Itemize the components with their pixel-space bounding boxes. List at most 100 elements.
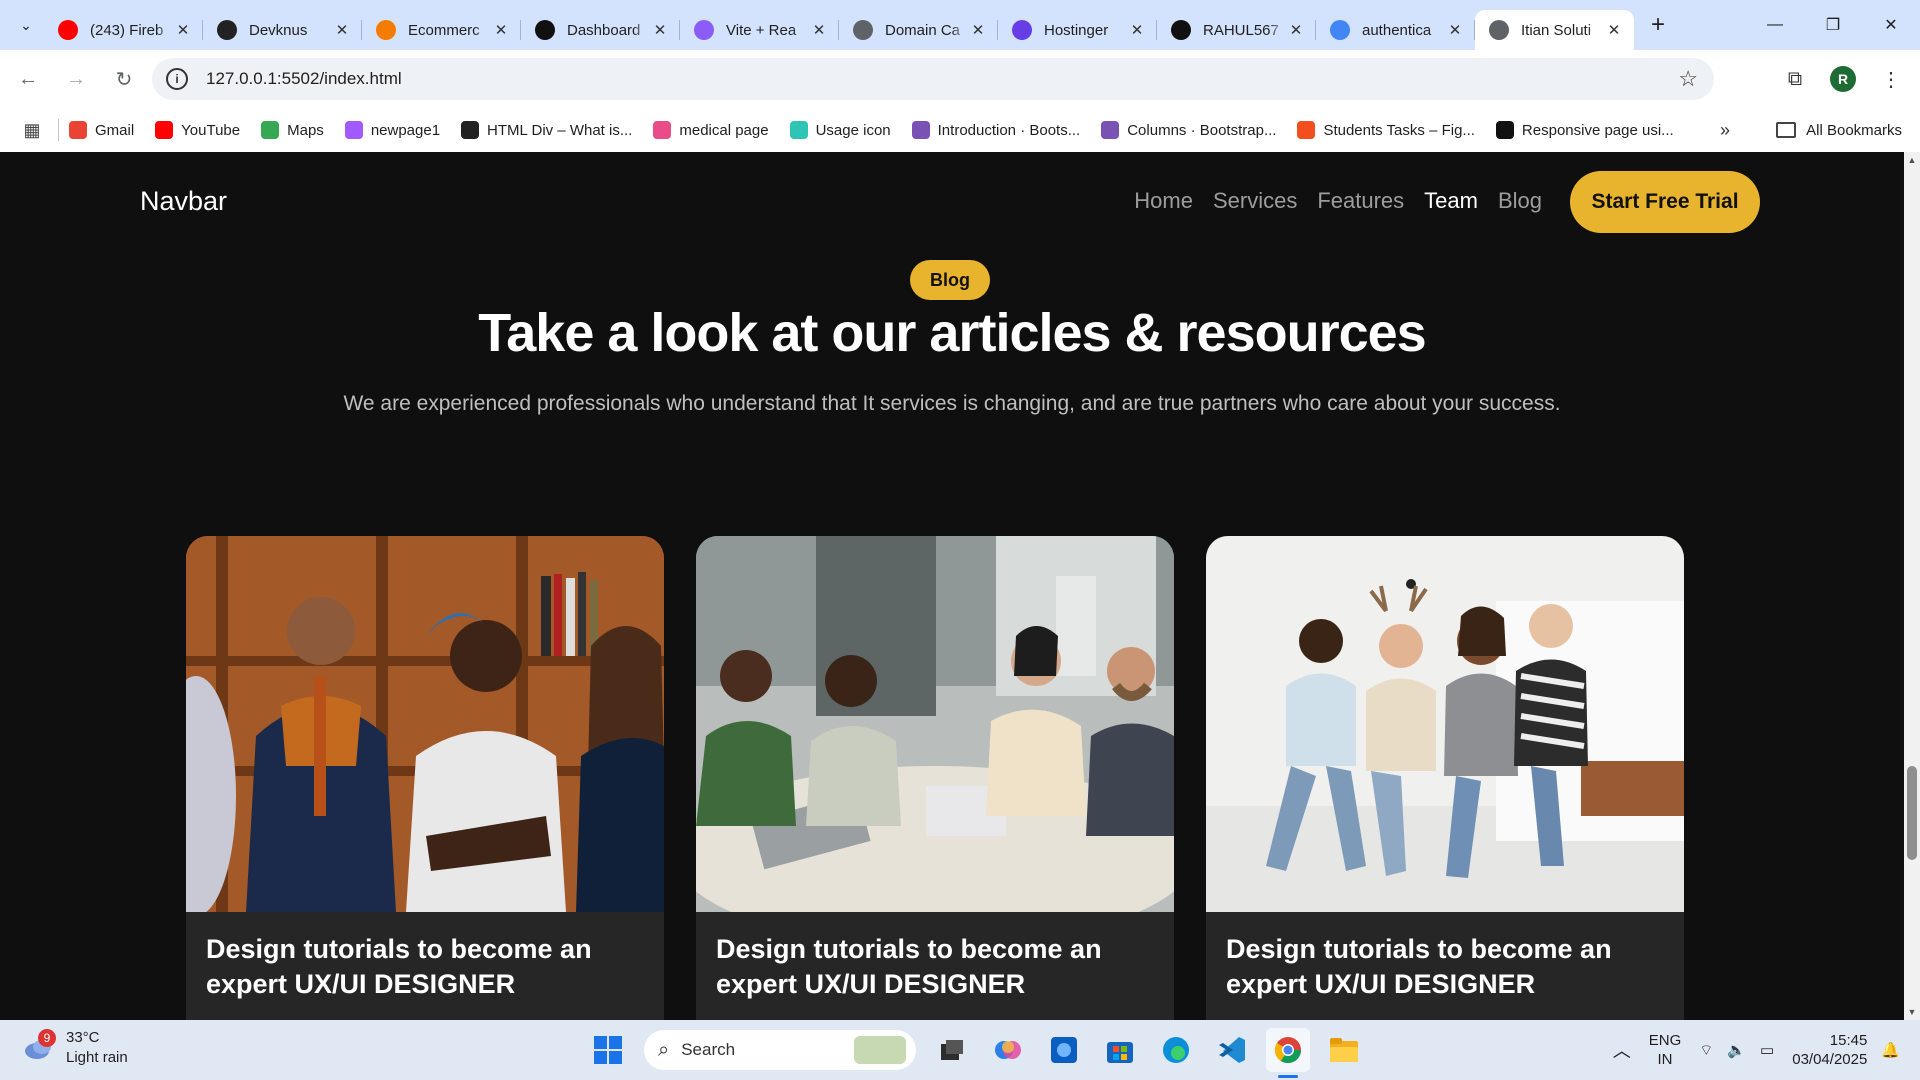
input-language[interactable]: ENG IN	[1649, 1031, 1682, 1069]
bookmark-item[interactable]: Students Tasks – Fig...	[1297, 121, 1475, 139]
task-view-icon[interactable]	[930, 1028, 974, 1072]
profile-avatar[interactable]: R	[1830, 66, 1856, 92]
tab-close-icon[interactable]: ✕	[1286, 21, 1306, 39]
all-bookmarks[interactable]: All Bookmarks	[1776, 122, 1902, 139]
page-scrollbar[interactable]: ▲ ▼	[1904, 152, 1920, 1020]
battery-icon[interactable]: ▭	[1760, 1041, 1774, 1059]
bookmark-item[interactable]: Gmail	[69, 121, 134, 139]
bookmark-item[interactable]: Maps	[261, 121, 324, 139]
browser-tab[interactable]: Hostinger ✕	[998, 10, 1157, 50]
windows-start-icon[interactable]	[586, 1028, 630, 1072]
browser-tab[interactable]: Devknus ✕	[203, 10, 362, 50]
bookmark-label: Responsive page usi...	[1521, 121, 1674, 139]
card-title[interactable]: Design tutorials to become an expert UX/…	[206, 932, 626, 1002]
vscode-icon[interactable]	[1210, 1028, 1254, 1072]
bookmark-item[interactable]: YouTube	[155, 121, 240, 139]
site-brand[interactable]: Navbar	[140, 186, 227, 217]
tab-close-icon[interactable]: ✕	[650, 21, 670, 39]
clock[interactable]: 15:45 03/04/2025	[1792, 1031, 1867, 1069]
tab-close-icon[interactable]: ✕	[1445, 21, 1465, 39]
browser-tab[interactable]: RAHUL567 ✕	[1157, 10, 1316, 50]
reload-icon[interactable]: ↻	[104, 59, 144, 99]
bookmark-label: Usage icon	[815, 121, 891, 139]
edge-icon[interactable]	[1154, 1028, 1198, 1072]
tab-close-icon[interactable]: ✕	[809, 21, 829, 39]
chrome-icon[interactable]	[1266, 1028, 1310, 1078]
bookmark-label: Maps	[287, 121, 324, 139]
nav-link-blog[interactable]: Blog	[1498, 188, 1542, 214]
tab-search-chevron-icon[interactable]: ⌄	[8, 7, 44, 43]
bookmark-item[interactable]: newpage1	[344, 121, 441, 139]
bookmark-item[interactable]: Usage icon	[789, 121, 891, 139]
start-free-trial-button[interactable]: Start Free Trial	[1570, 171, 1760, 233]
weather-widget[interactable]: 9 33°C Light rain	[22, 1028, 128, 1068]
bookmark-star-icon[interactable]: ☆	[1678, 66, 1698, 92]
blog-card[interactable]: Design tutorials to become an expert UX/…	[696, 536, 1174, 1020]
minimize-icon[interactable]: —	[1746, 0, 1804, 50]
back-icon[interactable]: ←	[8, 59, 48, 99]
nav-link-team[interactable]: Team	[1424, 188, 1478, 214]
nav-link-services[interactable]: Services	[1213, 188, 1297, 214]
app-square-icon[interactable]	[1042, 1028, 1086, 1072]
more-bookmarks-icon[interactable]: »	[1720, 120, 1730, 141]
browser-tab[interactable]: Ecommerc ✕	[362, 10, 521, 50]
url-text[interactable]: 127.0.0.1:5502/index.html	[206, 69, 402, 89]
taskbar-search[interactable]: ⌕ Search	[644, 1030, 916, 1070]
tab-close-icon[interactable]: ✕	[491, 21, 511, 39]
bookmark-item[interactable]: Responsive page usi...	[1495, 121, 1674, 139]
volume-icon[interactable]: 🔈	[1727, 1041, 1746, 1059]
browser-tab[interactable]: Itian Soluti ✕	[1475, 10, 1634, 50]
restore-icon[interactable]: ❐	[1804, 0, 1862, 50]
search-highlight-image	[854, 1036, 906, 1064]
vite-icon	[694, 20, 714, 40]
forward-icon[interactable]: →	[56, 59, 96, 99]
scroll-down-icon[interactable]: ▼	[1904, 1004, 1920, 1020]
weather-condition: Light rain	[66, 1049, 128, 1066]
browser-tab[interactable]: (243) Fireb ✕	[44, 10, 203, 50]
globe-icon	[1489, 20, 1509, 40]
search-icon: ⌕	[658, 1038, 670, 1061]
browser-tab[interactable]: Domain Ca ✕	[839, 10, 998, 50]
bookmark-label: Columns · Bootstrap...	[1127, 121, 1277, 139]
tab-title: Itian Soluti	[1521, 21, 1592, 39]
microsoft-store-icon[interactable]	[1098, 1028, 1142, 1072]
file-explorer-icon[interactable]	[1322, 1028, 1366, 1072]
menu-kebab-icon[interactable]: ⋮	[1870, 58, 1912, 100]
blog-card[interactable]: Design tutorials to become an expert UX/…	[1206, 536, 1684, 1020]
tab-close-icon[interactable]: ✕	[1127, 21, 1147, 39]
nav-link-home[interactable]: Home	[1134, 188, 1193, 214]
tray-chevron-icon[interactable]: ︿	[1613, 1037, 1631, 1063]
address-bar[interactable]: i 127.0.0.1:5502/index.html ☆	[152, 58, 1714, 100]
wifi-icon[interactable]: ⌔	[1699, 1041, 1713, 1060]
bookmark-item[interactable]: Columns · Bootstrap...	[1101, 121, 1276, 139]
tab-close-icon[interactable]: ✕	[332, 21, 352, 39]
bookmark-label: newpage1	[370, 121, 441, 139]
browser-tab[interactable]: Vite + Rea ✕	[680, 10, 839, 50]
tab-strip: ⌄ (243) Fireb ✕ Devknus ✕ Ecommerc ✕ Das…	[0, 0, 1920, 50]
copilot-icon[interactable]	[986, 1028, 1030, 1072]
card-title[interactable]: Design tutorials to become an expert UX/…	[716, 932, 1136, 1002]
bookmark-item[interactable]: Introduction · Boots...	[911, 121, 1080, 139]
tab-close-icon[interactable]: ✕	[173, 21, 193, 39]
scroll-up-icon[interactable]: ▲	[1904, 152, 1920, 168]
card-title[interactable]: Design tutorials to become an expert UX/…	[1226, 932, 1646, 1002]
blog-card[interactable]: Design tutorials to become an expert UX/…	[186, 536, 664, 1020]
extensions-icon[interactable]: ⧉	[1774, 58, 1816, 100]
browser-tab[interactable]: authentica ✕	[1316, 10, 1475, 50]
notifications-icon[interactable]: 🔔	[1881, 1041, 1900, 1059]
close-window-icon[interactable]: ✕	[1862, 0, 1920, 50]
bookmark-label: Students Tasks – Fig...	[1323, 121, 1475, 139]
globe-dark-icon	[217, 20, 237, 40]
apps-grid-icon[interactable]: ▦	[14, 112, 50, 148]
bookmark-label: medical page	[679, 121, 769, 139]
nav-link-features[interactable]: Features	[1317, 188, 1404, 214]
tab-close-icon[interactable]: ✕	[968, 21, 988, 39]
scrollbar-thumb[interactable]	[1907, 766, 1917, 860]
new-tab-button[interactable]: +	[1640, 7, 1676, 43]
tab-close-icon[interactable]: ✕	[1604, 21, 1624, 39]
bookmark-item[interactable]: HTML Div – What is...	[461, 121, 632, 139]
bootstrap-icon	[1101, 121, 1120, 139]
bookmark-item[interactable]: medical page	[653, 121, 769, 139]
browser-tab[interactable]: Dashboard ✕	[521, 10, 680, 50]
site-info-icon[interactable]: i	[166, 68, 188, 90]
